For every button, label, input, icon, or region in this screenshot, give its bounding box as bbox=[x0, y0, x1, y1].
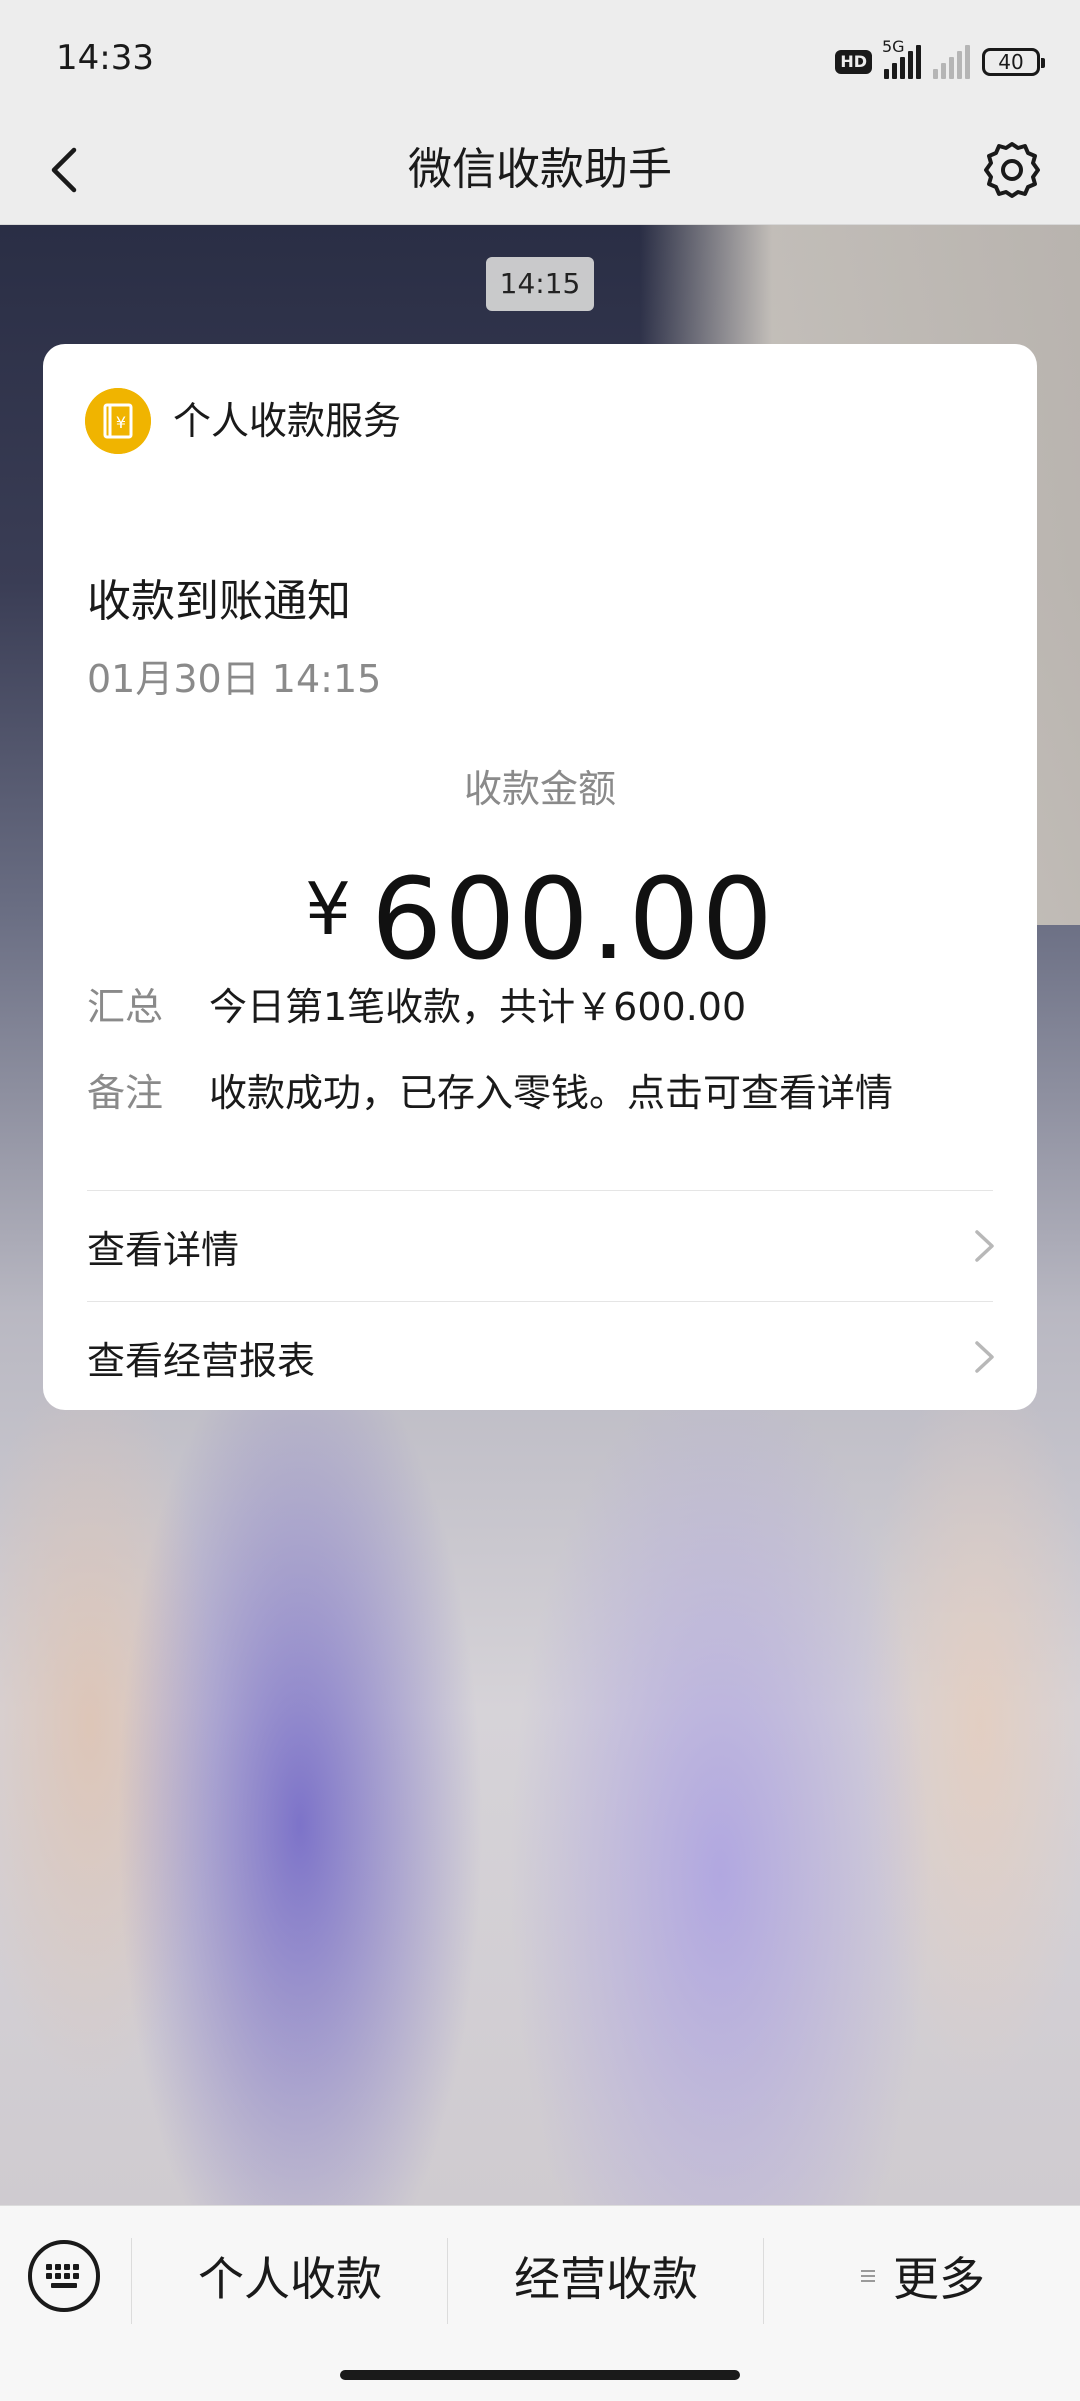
summary-value: 今日第1笔收款，共计￥600.00 bbox=[209, 985, 747, 1029]
service-icon-glyph: ¥ bbox=[116, 413, 126, 432]
signal-weak-icon bbox=[933, 45, 970, 79]
payment-notification-card[interactable]: ¥ 个人收款服务 收款到账通知 01月30日 14:15 收款金额 ¥600.0… bbox=[43, 344, 1037, 1410]
tab-business-payment[interactable]: 经营收款 bbox=[448, 2226, 764, 2326]
hd-badge: HD bbox=[835, 50, 872, 74]
battery-icon: 40 bbox=[982, 48, 1045, 76]
service-name: 个人收款服务 bbox=[173, 399, 402, 443]
tab-personal-payment-label: 个人收款 bbox=[198, 2252, 382, 2306]
status-time: 14:33 bbox=[56, 38, 154, 78]
tab-more[interactable]: 更多 bbox=[764, 2226, 1080, 2326]
notice-title: 收款到账通知 bbox=[87, 576, 351, 627]
signal-icon: 5G bbox=[882, 37, 921, 79]
note-row: 备注 收款成功，已存入零钱。点击可查看详情 bbox=[87, 1066, 893, 1120]
amount: ¥600.00 bbox=[43, 844, 1037, 985]
amount-value: 600.00 bbox=[370, 855, 775, 985]
view-details-link[interactable]: 查看详情 bbox=[87, 1191, 1001, 1301]
view-business-report-link[interactable]: 查看经营报表 bbox=[87, 1302, 1001, 1412]
notice-time: 01月30日 14:15 bbox=[87, 657, 382, 701]
gear-icon[interactable] bbox=[978, 136, 1046, 204]
status-icons: HD 5G 40 bbox=[835, 37, 1045, 84]
note-value: 收款成功，已存入零钱。点击可查看详情 bbox=[209, 1071, 894, 1115]
tab-business-payment-label: 经营收款 bbox=[514, 2252, 698, 2306]
chevron-right-icon bbox=[975, 1341, 994, 1373]
note-label: 备注 bbox=[87, 1071, 164, 1115]
view-details-label: 查看详情 bbox=[87, 1227, 240, 1272]
home-indicator[interactable] bbox=[340, 2370, 740, 2380]
tab-more-label: 更多 bbox=[893, 2252, 985, 2306]
battery-level: 40 bbox=[998, 50, 1024, 74]
tab-personal-payment[interactable]: 个人收款 bbox=[132, 2226, 448, 2326]
amount-currency: ¥ bbox=[305, 867, 353, 951]
chevron-right-icon bbox=[975, 1230, 994, 1262]
message-time-chip: 14:15 bbox=[486, 257, 594, 311]
menu-lines-icon bbox=[861, 2270, 875, 2282]
summary-row: 汇总 今日第1笔收款，共计￥600.00 bbox=[87, 980, 746, 1034]
keyboard-icon[interactable] bbox=[26, 2238, 102, 2314]
summary-label: 汇总 bbox=[87, 985, 164, 1029]
wallet-yen-icon: ¥ bbox=[85, 388, 151, 454]
page-title: 微信收款助手 bbox=[408, 144, 672, 195]
amount-label: 收款金额 bbox=[463, 767, 616, 811]
nav-bar: 微信收款助手 bbox=[0, 116, 1080, 225]
network-label: 5G bbox=[882, 37, 905, 56]
view-business-report-label: 查看经营报表 bbox=[87, 1338, 316, 1383]
status-bar: 14:33 HD 5G 40 bbox=[0, 0, 1080, 116]
